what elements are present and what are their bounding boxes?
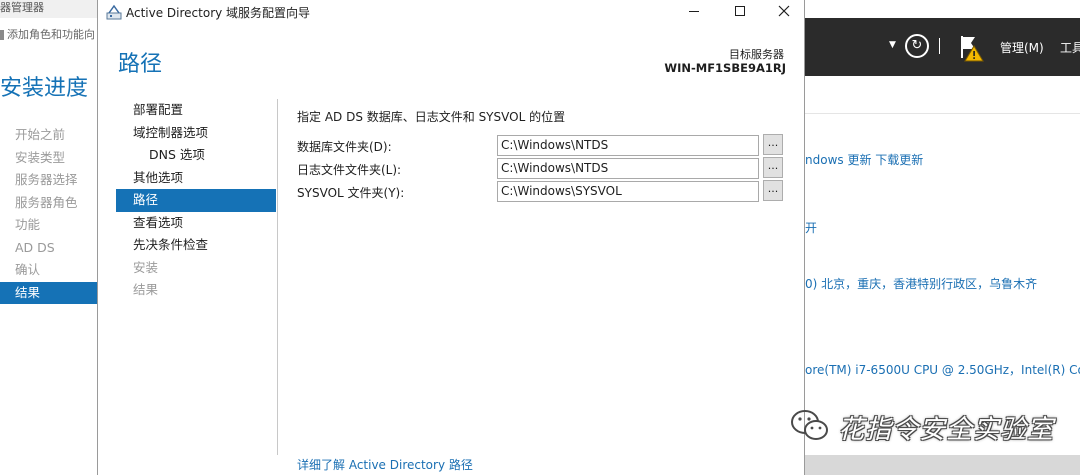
- cpu-value: ore(TM) i7-6500U CPU @ 2.50GHz，Intel(R) …: [805, 363, 1080, 377]
- maximize-button[interactable]: [718, 0, 762, 24]
- notification-flag-icon[interactable]: [959, 34, 987, 62]
- step-results[interactable]: 结果: [0, 281, 97, 304]
- database-folder-label: 数据库文件夹(D):: [297, 140, 392, 154]
- minimize-button[interactable]: [672, 0, 716, 24]
- nav-deployment-config[interactable]: 部署配置: [116, 99, 276, 122]
- paths-content: 指定 AD DS 数据库、日志文件和 SYSVOL 的位置 数据库文件夹(D):…: [297, 108, 787, 204]
- nav-additional-options[interactable]: 其他选项: [116, 167, 276, 190]
- refresh-icon[interactable]: ↻: [905, 34, 929, 58]
- page-title: 路径: [118, 52, 163, 77]
- wizard-icon: [0, 30, 4, 40]
- close-button[interactable]: [762, 0, 806, 24]
- step-ad-ds[interactable]: AD DS: [0, 237, 97, 260]
- log-folder-label: 日志文件文件夹(L):: [297, 163, 402, 177]
- server-manager-left-pane: 器管理器 添加角色和功能向 安装进度 开始之前 安装类型 服务器选择 服务器角色…: [0, 0, 97, 475]
- close-icon: [778, 5, 790, 17]
- windows-update-link[interactable]: ndows 更新 下载更新: [805, 151, 923, 168]
- paths-intro: 指定 AD DS 数据库、日志文件和 SYSVOL 的位置: [297, 110, 566, 124]
- bottom-bar: [805, 455, 1080, 475]
- learn-more-link[interactable]: 详细了解 Active Directory 路径: [297, 456, 473, 473]
- step-features[interactable]: 功能: [0, 214, 97, 237]
- nav-dc-options[interactable]: 域控制器选项: [116, 122, 276, 145]
- sysvol-folder-browse-button[interactable]: ...: [763, 180, 783, 201]
- log-folder-input[interactable]: C:\Windows\NTDS: [497, 158, 759, 179]
- timezone-value[interactable]: 0) 北京，重庆，香港特别行政区，乌鲁木齐: [805, 275, 1037, 292]
- minimize-icon: [689, 11, 699, 12]
- sysvol-folder-row: SYSVOL 文件夹(Y): C:\Windows\SYSVOL ...: [297, 180, 787, 204]
- nav-prerequisites-check[interactable]: 先决条件检查: [116, 234, 276, 257]
- nav-paths[interactable]: 路径: [116, 189, 276, 212]
- log-folder-browse-button[interactable]: ...: [763, 157, 783, 178]
- dashboard-header-strip: [805, 76, 1080, 114]
- add-roles-wizard-title: 添加角色和功能向: [0, 26, 95, 42]
- manage-menu[interactable]: 管理(M): [1000, 39, 1044, 56]
- nav-dns-options[interactable]: DNS 选项: [116, 144, 276, 167]
- database-folder-row: 数据库文件夹(D): C:\Windows\NTDS ...: [297, 134, 787, 158]
- wizard-nav: 部署配置 域控制器选项 DNS 选项 其他选项 路径 查看选项 先决条件检查 安…: [116, 99, 276, 302]
- nav-results: 结果: [133, 282, 159, 297]
- server-manager-right-pane: ▼ ↻ 管理(M) 工具 ndows 更新 下载更新 开 0) 北京，重庆，香港…: [805, 0, 1080, 475]
- wizard-header: 路径 目标服务器 WIN-MF1SBE9A1RJ: [98, 24, 804, 94]
- install-progress-title: 安装进度: [0, 76, 89, 101]
- step-install-type[interactable]: 安装类型: [0, 147, 97, 170]
- ad-ds-config-wizard: Active Directory 域服务配置向导 路径 目标服务器 WIN-MF…: [97, 0, 805, 475]
- maximize-icon: [735, 6, 745, 16]
- server-manager-app-icon: [106, 4, 122, 20]
- target-server-name: WIN-MF1SBE9A1RJ: [664, 61, 786, 75]
- toolbar-separator: [939, 38, 940, 54]
- database-folder-browse-button[interactable]: ...: [763, 134, 783, 155]
- wizard-window-title: Active Directory 域服务配置向导: [126, 6, 311, 20]
- step-server-roles[interactable]: 服务器角色: [0, 192, 97, 215]
- step-confirmation[interactable]: 确认: [0, 259, 97, 282]
- step-before-you-begin[interactable]: 开始之前: [0, 124, 97, 147]
- database-folder-input[interactable]: C:\Windows\NTDS: [497, 135, 759, 156]
- log-folder-row: 日志文件文件夹(L): C:\Windows\NTDS ...: [297, 157, 787, 181]
- server-manager-toolbar: ▼ ↻ 管理(M) 工具: [805, 18, 1080, 76]
- install-steps-list: 开始之前 安装类型 服务器选择 服务器角色 功能 AD DS 确认 结果: [0, 124, 97, 304]
- sysvol-folder-label: SYSVOL 文件夹(Y):: [297, 186, 405, 200]
- nav-installation: 安装: [133, 259, 159, 275]
- step-server-selection[interactable]: 服务器选择: [0, 169, 97, 192]
- wizard-title-bar[interactable]: Active Directory 域服务配置向导: [98, 0, 804, 24]
- nav-divider: [277, 99, 278, 455]
- server-manager-title: 器管理器: [0, 0, 97, 18]
- target-server-label: 目标服务器: [729, 48, 784, 61]
- watermark-text: 花指令安全实验室: [838, 415, 1055, 445]
- open-text[interactable]: 开: [805, 219, 817, 236]
- chevron-down-icon[interactable]: ▼: [889, 40, 896, 50]
- tools-menu[interactable]: 工具: [1060, 39, 1080, 56]
- wechat-logo-icon: [791, 410, 828, 440]
- sysvol-folder-input[interactable]: C:\Windows\SYSVOL: [497, 181, 759, 202]
- nav-review-options[interactable]: 查看选项: [116, 212, 276, 235]
